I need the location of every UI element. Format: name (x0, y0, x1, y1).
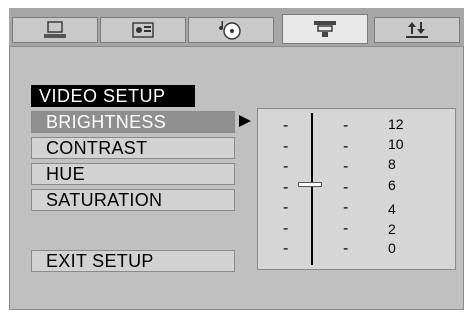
exit-setup-button[interactable]: EXIT SETUP (31, 250, 235, 272)
scale-label: 6 (388, 177, 396, 193)
scale-label: 12 (388, 116, 404, 132)
tab-bar (9, 8, 464, 47)
scale-tick-right: - (343, 117, 349, 134)
scale-tick-right: - (343, 178, 349, 196)
tab-video[interactable] (282, 14, 368, 44)
scale-tick-left: - (283, 240, 289, 257)
scale-tick-left: - (283, 219, 289, 237)
scale-label: 0 (388, 240, 396, 256)
menu-item-contrast[interactable]: CONTRAST (31, 137, 235, 159)
scale-tick-right: - (343, 158, 349, 175)
monitor-icon (44, 21, 66, 38)
scale-tick-right: - (343, 219, 349, 237)
speaker-card-icon (132, 22, 154, 38)
menu-item-hue[interactable]: HUE (31, 163, 235, 185)
scale-tick-left: - (283, 158, 289, 175)
scale-tick-left: - (283, 117, 289, 134)
scale-tick-right: - (343, 240, 349, 257)
tab-preference[interactable] (374, 17, 460, 43)
scale-tick-right: - (343, 137, 349, 155)
scale-tick-left: - (283, 199, 289, 216)
scale-label: 8 (388, 156, 396, 172)
music-disc-icon (219, 21, 241, 40)
scale-label: 4 (388, 201, 396, 217)
setup-screen: VIDEO SETUP BRIGHTNESS CONTRAST HUE SATU… (0, 0, 469, 315)
tab-dolby[interactable] (188, 17, 274, 43)
selection-arrow-icon (239, 115, 251, 127)
scale-tick-left: - (283, 137, 289, 155)
up-down-arrows-icon (406, 22, 428, 38)
page-title: VIDEO SETUP (31, 85, 195, 107)
slider-track (311, 113, 313, 265)
tab-audio[interactable] (100, 17, 186, 43)
menu-item-brightness[interactable]: BRIGHTNESS (31, 111, 235, 133)
slider-knob[interactable] (298, 181, 322, 187)
scale-label: 2 (388, 221, 396, 237)
scale-label: 10 (388, 136, 404, 152)
tab-general[interactable] (12, 17, 98, 43)
scale-tick-left: - (283, 178, 289, 196)
scale-tick-right: - (343, 199, 349, 216)
video-camera-icon (314, 21, 336, 37)
menu-item-saturation[interactable]: SATURATION (31, 189, 235, 211)
